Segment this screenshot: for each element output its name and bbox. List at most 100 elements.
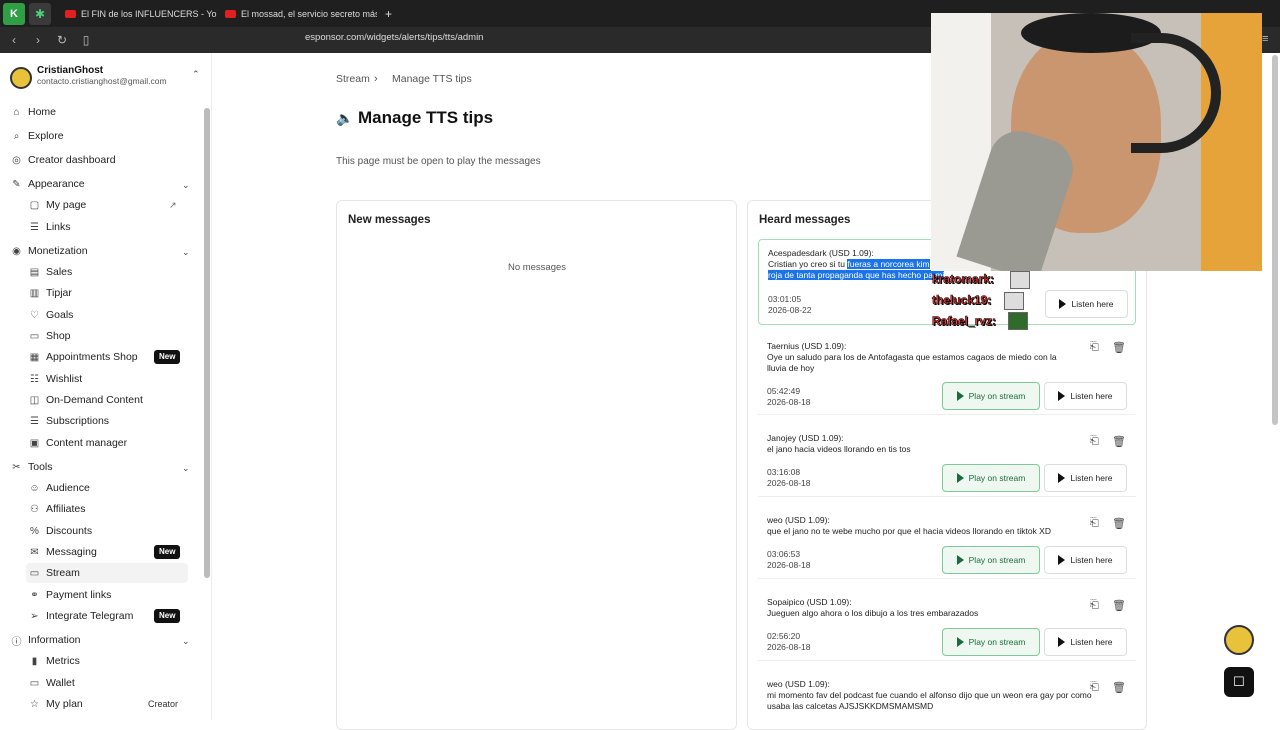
sidebar-item-messaging[interactable]: ✉ Messaging xyxy=(29,544,96,560)
emote-icon xyxy=(1008,312,1028,330)
sidebar-item-home[interactable]: ⌂ Home xyxy=(11,104,56,120)
sidebar-section-tools[interactable]: ✂ Tools xyxy=(11,459,52,475)
listen-here-button[interactable]: Listen here xyxy=(1044,382,1127,410)
plan-name: Creator xyxy=(148,699,179,709)
user-name: CristianGhost xyxy=(37,65,104,76)
sidebar-section-appearance[interactable]: ✎ Appearance xyxy=(11,176,84,192)
replay-icon[interactable]: ⎗ xyxy=(1090,599,1099,612)
sidebar-item-explore[interactable]: ⌕ Explore xyxy=(11,128,64,144)
forward-icon[interactable]: › xyxy=(28,33,48,47)
message-icon: ✉ xyxy=(30,546,39,558)
sidebar-item-my-plan[interactable]: ☆ My plan xyxy=(29,696,83,712)
breadcrumb-parent[interactable]: Stream xyxy=(336,73,370,85)
message-card: Sopaipico (USD 1.09): Jueguen algo ahora… xyxy=(758,590,1136,661)
sidebar-item-goals[interactable]: ♡ Goals xyxy=(29,307,73,323)
sidebar-item-on-demand-content[interactable]: ◫ On-Demand Content xyxy=(29,392,143,408)
chevron-down-icon[interactable]: ⌄ xyxy=(182,463,190,474)
sidebar-item-sales[interactable]: ▤ Sales xyxy=(29,264,73,280)
trash-icon[interactable]: 🗑 xyxy=(1112,341,1126,354)
url-field[interactable]: esponsor.com/widgets/alerts/tips/tts/adm… xyxy=(305,32,483,43)
kick-icon[interactable]: K xyxy=(3,2,25,25)
trash-icon[interactable]: 🗑 xyxy=(1112,435,1126,448)
chevron-right-icon: › xyxy=(374,73,378,85)
play-icon xyxy=(956,555,964,565)
listen-here-button[interactable]: Listen here xyxy=(1044,546,1127,574)
sidebar-item-stream[interactable]: ▭ Stream xyxy=(29,565,80,581)
message-text: Oye un saludo para los de Antofagasta qu… xyxy=(767,352,1057,373)
emote-icon xyxy=(1004,292,1024,310)
sidebar-item-payment-links[interactable]: ⚭ Payment links xyxy=(29,587,111,603)
reload-icon[interactable]: ↻ xyxy=(52,33,72,47)
replay-icon[interactable]: ⎗ xyxy=(1090,517,1099,530)
replay-icon[interactable]: ⎗ xyxy=(1090,435,1099,448)
chevron-down-icon[interactable]: ⌄ xyxy=(182,247,190,258)
menu-icon[interactable]: ≡ xyxy=(1262,33,1268,45)
avatar[interactable] xyxy=(10,67,32,89)
new-tab-button[interactable]: + xyxy=(377,0,400,27)
trash-icon[interactable]: 🗑 xyxy=(1112,681,1126,694)
sidebar-item-wishlist[interactable]: ☷ Wishlist xyxy=(29,371,82,387)
sidebar-item-subscriptions[interactable]: ☰ Subscriptions xyxy=(29,413,109,429)
external-link-icon[interactable]: ↗ xyxy=(169,200,177,211)
listen-here-button[interactable]: Listen here xyxy=(1044,464,1127,492)
trash-icon[interactable]: 🗑 xyxy=(1112,517,1126,530)
message-time: 03:16:08 xyxy=(767,467,801,477)
play-icon xyxy=(1059,299,1067,309)
play-on-stream-button[interactable]: Play on stream xyxy=(942,546,1040,574)
chevron-down-icon[interactable]: ⌄ xyxy=(182,636,190,647)
play-on-stream-button[interactable]: Play on stream xyxy=(942,628,1040,656)
listen-here-button[interactable]: Listen here xyxy=(1045,290,1128,318)
page-scrollbar[interactable] xyxy=(1272,55,1278,425)
page-title: Manage TTS tips xyxy=(358,108,494,127)
account-switch-icon[interactable]: ⌃ xyxy=(192,69,200,80)
search-icon: ⌕ xyxy=(13,130,20,142)
replay-icon[interactable]: ⎗ xyxy=(1090,681,1099,694)
sidebar-item-links[interactable]: ☰ Links xyxy=(29,219,71,235)
extension-icon[interactable]: ✱ xyxy=(29,2,51,25)
dashboard-icon: ◎ xyxy=(12,154,21,166)
trash-icon[interactable]: 🗑 xyxy=(1112,599,1126,612)
sidebar-item-appointments-shop[interactable]: ▦ Appointments Shop xyxy=(29,349,138,365)
sidebar-item-metrics[interactable]: ▮ Metrics xyxy=(29,653,80,669)
chat-support-icon[interactable]: ☐ xyxy=(1224,667,1254,697)
youtube-icon xyxy=(225,9,236,18)
message-time: 05:42:49 xyxy=(767,386,801,396)
play-icon xyxy=(956,637,964,647)
sidebar-section-monetization[interactable]: ◉ Monetization xyxy=(11,243,87,259)
chat-username: Rafael_rvz: xyxy=(932,314,997,329)
play-on-stream-button[interactable]: Play on stream xyxy=(942,464,1040,492)
play-on-stream-button[interactable]: Play on stream xyxy=(942,382,1040,410)
home-icon: ⌂ xyxy=(13,106,20,118)
calendar-icon: ▦ xyxy=(29,351,40,363)
sidebar-item-tipjar[interactable]: ▥ Tipjar xyxy=(29,285,72,301)
sidebar-item-wallet[interactable]: ▭ Wallet xyxy=(29,675,75,691)
message-card: Janojey (USD 1.09): el jano hacia videos… xyxy=(758,426,1136,497)
sidebar-item-creator-dashboard[interactable]: ◎ Creator dashboard xyxy=(11,152,115,168)
star-icon: ☆ xyxy=(30,698,39,710)
message-author: Acespadesdark (USD 1.09): xyxy=(768,248,874,258)
replay-icon[interactable]: ⎗ xyxy=(1090,341,1099,354)
chevron-down-icon[interactable]: ⌄ xyxy=(182,180,190,191)
message-author: Taernius (USD 1.09): xyxy=(767,341,847,351)
sidebar-item-my-page[interactable]: ▢ My page xyxy=(29,197,87,213)
sidebar-item-affiliates[interactable]: ⚇ Affiliates xyxy=(29,501,85,517)
sidebar-toggle-icon[interactable]: ▯ xyxy=(76,33,96,47)
money-icon: ◉ xyxy=(12,245,21,257)
sidebar-scrollbar[interactable] xyxy=(204,108,210,578)
sidebar-section-information[interactable]: ⓘ Information xyxy=(11,632,81,648)
chat-username: kratomark: xyxy=(932,272,995,287)
user-email: contacto.cristianghost@gmail.com xyxy=(37,76,167,86)
heart-icon: ♡ xyxy=(30,309,39,321)
sidebar-item-content-manager[interactable]: ▣ Content manager xyxy=(29,435,127,451)
sidebar-item-integrate-telegram[interactable]: ➢ Integrate Telegram xyxy=(29,608,133,624)
back-icon[interactable]: ‹ xyxy=(4,33,24,47)
tab-youtube-1[interactable]: El FIN de los INFLUENCERS - YouTub xyxy=(57,0,217,27)
chart-icon: ▮ xyxy=(31,655,38,667)
sidebar-item-shop[interactable]: ▭ Shop xyxy=(29,328,71,344)
brush-icon: ✎ xyxy=(12,178,21,190)
sidebar-item-discounts[interactable]: % Discounts xyxy=(29,523,92,539)
sidebar-item-audience[interactable]: ☺ Audience xyxy=(29,480,89,496)
mascot-avatar[interactable] xyxy=(1224,625,1254,655)
listen-here-button[interactable]: Listen here xyxy=(1044,628,1127,656)
tab-youtube-2[interactable]: El mossad, el servicio secreto más te xyxy=(217,0,377,27)
